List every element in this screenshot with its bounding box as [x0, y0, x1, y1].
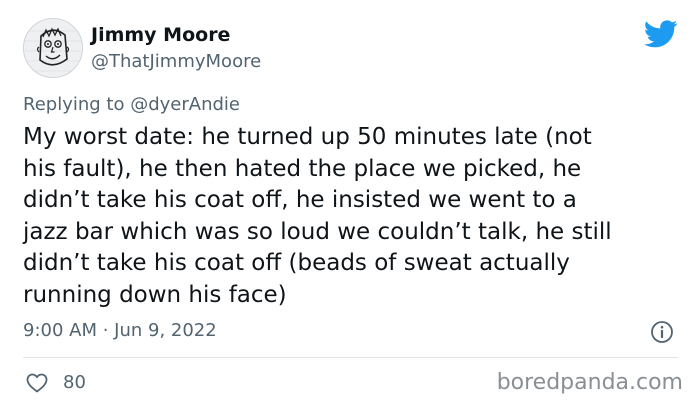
- reply-to-handle-link[interactable]: @dyerAndie: [130, 94, 240, 115]
- divider: [23, 357, 678, 358]
- doodle-face-avatar: [24, 19, 82, 77]
- display-name[interactable]: Jimmy Moore: [91, 24, 230, 46]
- tweet-card: Jimmy Moore @ThatJimmyMoore Replying to …: [0, 0, 700, 410]
- user-handle[interactable]: @ThatJimmyMoore: [91, 51, 261, 72]
- tweet-text: My worst date: he turned up 50 minutes l…: [23, 124, 612, 308]
- watermark: boredpanda.com: [496, 370, 683, 395]
- twitter-bird-icon[interactable]: [644, 20, 678, 48]
- heart-icon[interactable]: [25, 371, 49, 395]
- reply-prefix: Replying to: [23, 94, 125, 115]
- avatar[interactable]: [23, 18, 83, 78]
- tweet-timestamp[interactable]: 9:00 AM · Jun 9, 2022: [23, 320, 217, 341]
- info-icon[interactable]: [650, 320, 674, 344]
- like-count: 80: [63, 372, 86, 393]
- reply-context: Replying to @dyerAndie: [23, 94, 240, 115]
